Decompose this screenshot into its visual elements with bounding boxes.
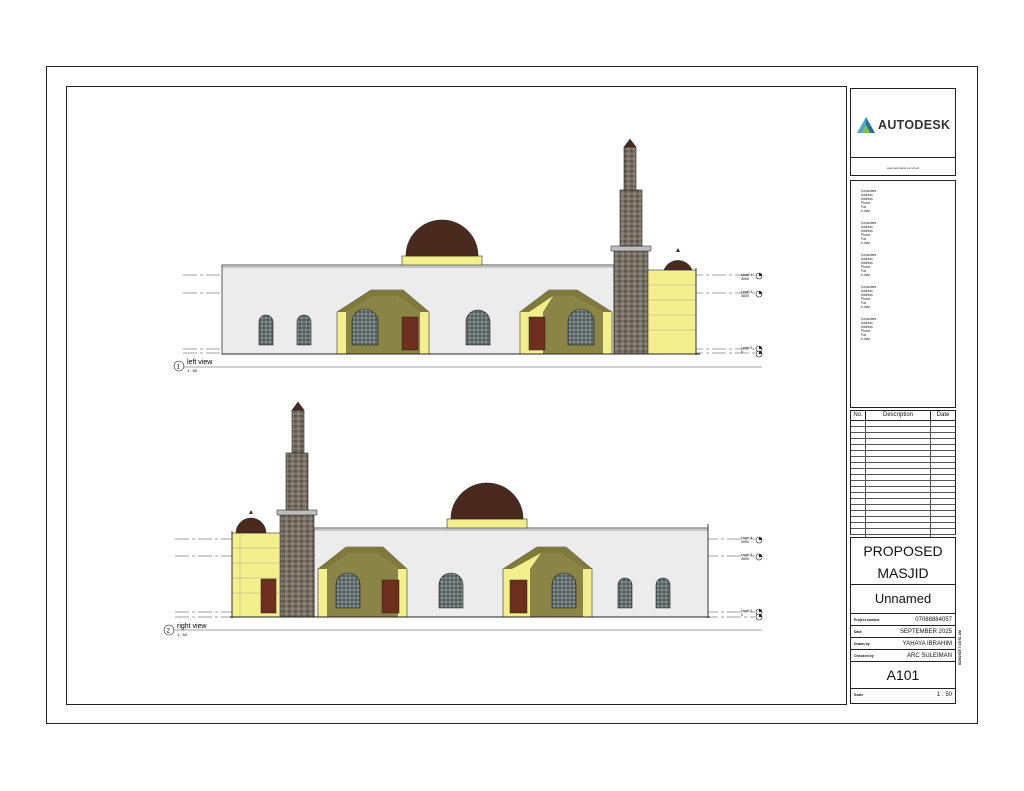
level-elev: 3000 [741,277,749,281]
dome-right [450,482,524,520]
checked-by-label: Checked by [854,653,874,658]
title-block-logo: AUTODESK www.autodesk.com/revit [850,88,956,176]
scale-row: Scale 1 : 50 [851,688,955,700]
minaret-right [279,513,315,618]
scale-label: Scale [854,692,864,697]
sheet-number: A101 [851,661,955,688]
rev-col-date: Date [936,412,950,418]
view-scale: 1 : 50 [177,632,188,637]
level-markers-right [755,536,763,621]
project-number: 07088884057 [915,616,952,623]
project-number-label: Project number [854,617,880,622]
date-row: Date SEPTEMBER 2025 [851,625,955,637]
level-elev: 0 [741,613,743,617]
right-view: Level 4 3000 Level 3 3000 Level 2 0 2 ri… [163,401,763,637]
minaret-left [613,249,649,355]
project-title-line1: PROPOSED [863,543,943,559]
consultant-entry: Consultant Address Address Phone Fax e-mail [861,189,877,213]
drawn-by-value: YAHAYA IBRAHIM [902,640,952,647]
consultant-entry: Consultant Address Address Phone Fax e-mail [861,253,877,277]
consultant-entry: Consultant Address Address Phone Fax e-mail [861,285,877,309]
logo-subtitle: www.autodesk.com/revit [851,157,955,178]
view-scale: 1 : 50 [187,368,198,373]
drawn-by-label: Drawn by [854,641,870,646]
level-elev: 3000 [741,294,749,298]
level-markers-left [755,272,763,358]
scale-value: 1 : 50 [936,691,952,698]
drawn-by-row: Drawn by YAHAYA IBRAHIM [851,637,955,649]
left-view: Level 4 3000 Level 3 3000 Level 2 0 1 le… [173,138,763,373]
level-elev: 3000 [741,557,749,561]
revisions-header: No. Description Date [851,411,955,421]
project-number-row: Project number 07088884057 [851,613,955,625]
consultant-entry: Consultant Address Address Phone Fax e-mail [861,317,877,341]
autodesk-logo-text: AUTODESK [878,118,951,132]
dome-left [405,219,479,257]
project-owner: Unnamed [851,584,955,613]
rev-col-description: Description [866,411,931,420]
level-elev: 3000 [741,540,749,544]
project-title-line2: MASJID [877,565,929,581]
checked-by-row: Checked by ARC SULEIMAN [851,649,955,661]
view-title: left view [187,359,213,366]
view-title: right view [177,623,208,630]
autodesk-logo-icon [857,117,875,133]
consultant-entry: Consultant Address Address Phone Fax e-mail [861,221,877,245]
checked-by-value: ARC SULEIMAN [906,652,952,659]
project-info-box: PROPOSED MASJID Unnamed Project number 0… [850,537,956,704]
date-label: Date [854,629,862,634]
rev-col-no: No. [851,411,866,420]
level-elev: 0 [741,350,743,354]
print-timestamp: 8/29/2025 7:19:51 AM [958,630,962,665]
date-value: SEPTEMBER 2025 [899,628,952,635]
revisions-table: No. Description Date [850,410,956,553]
consultants-box: Consultant Address Address Phone Fax e-mail C… [850,180,956,408]
